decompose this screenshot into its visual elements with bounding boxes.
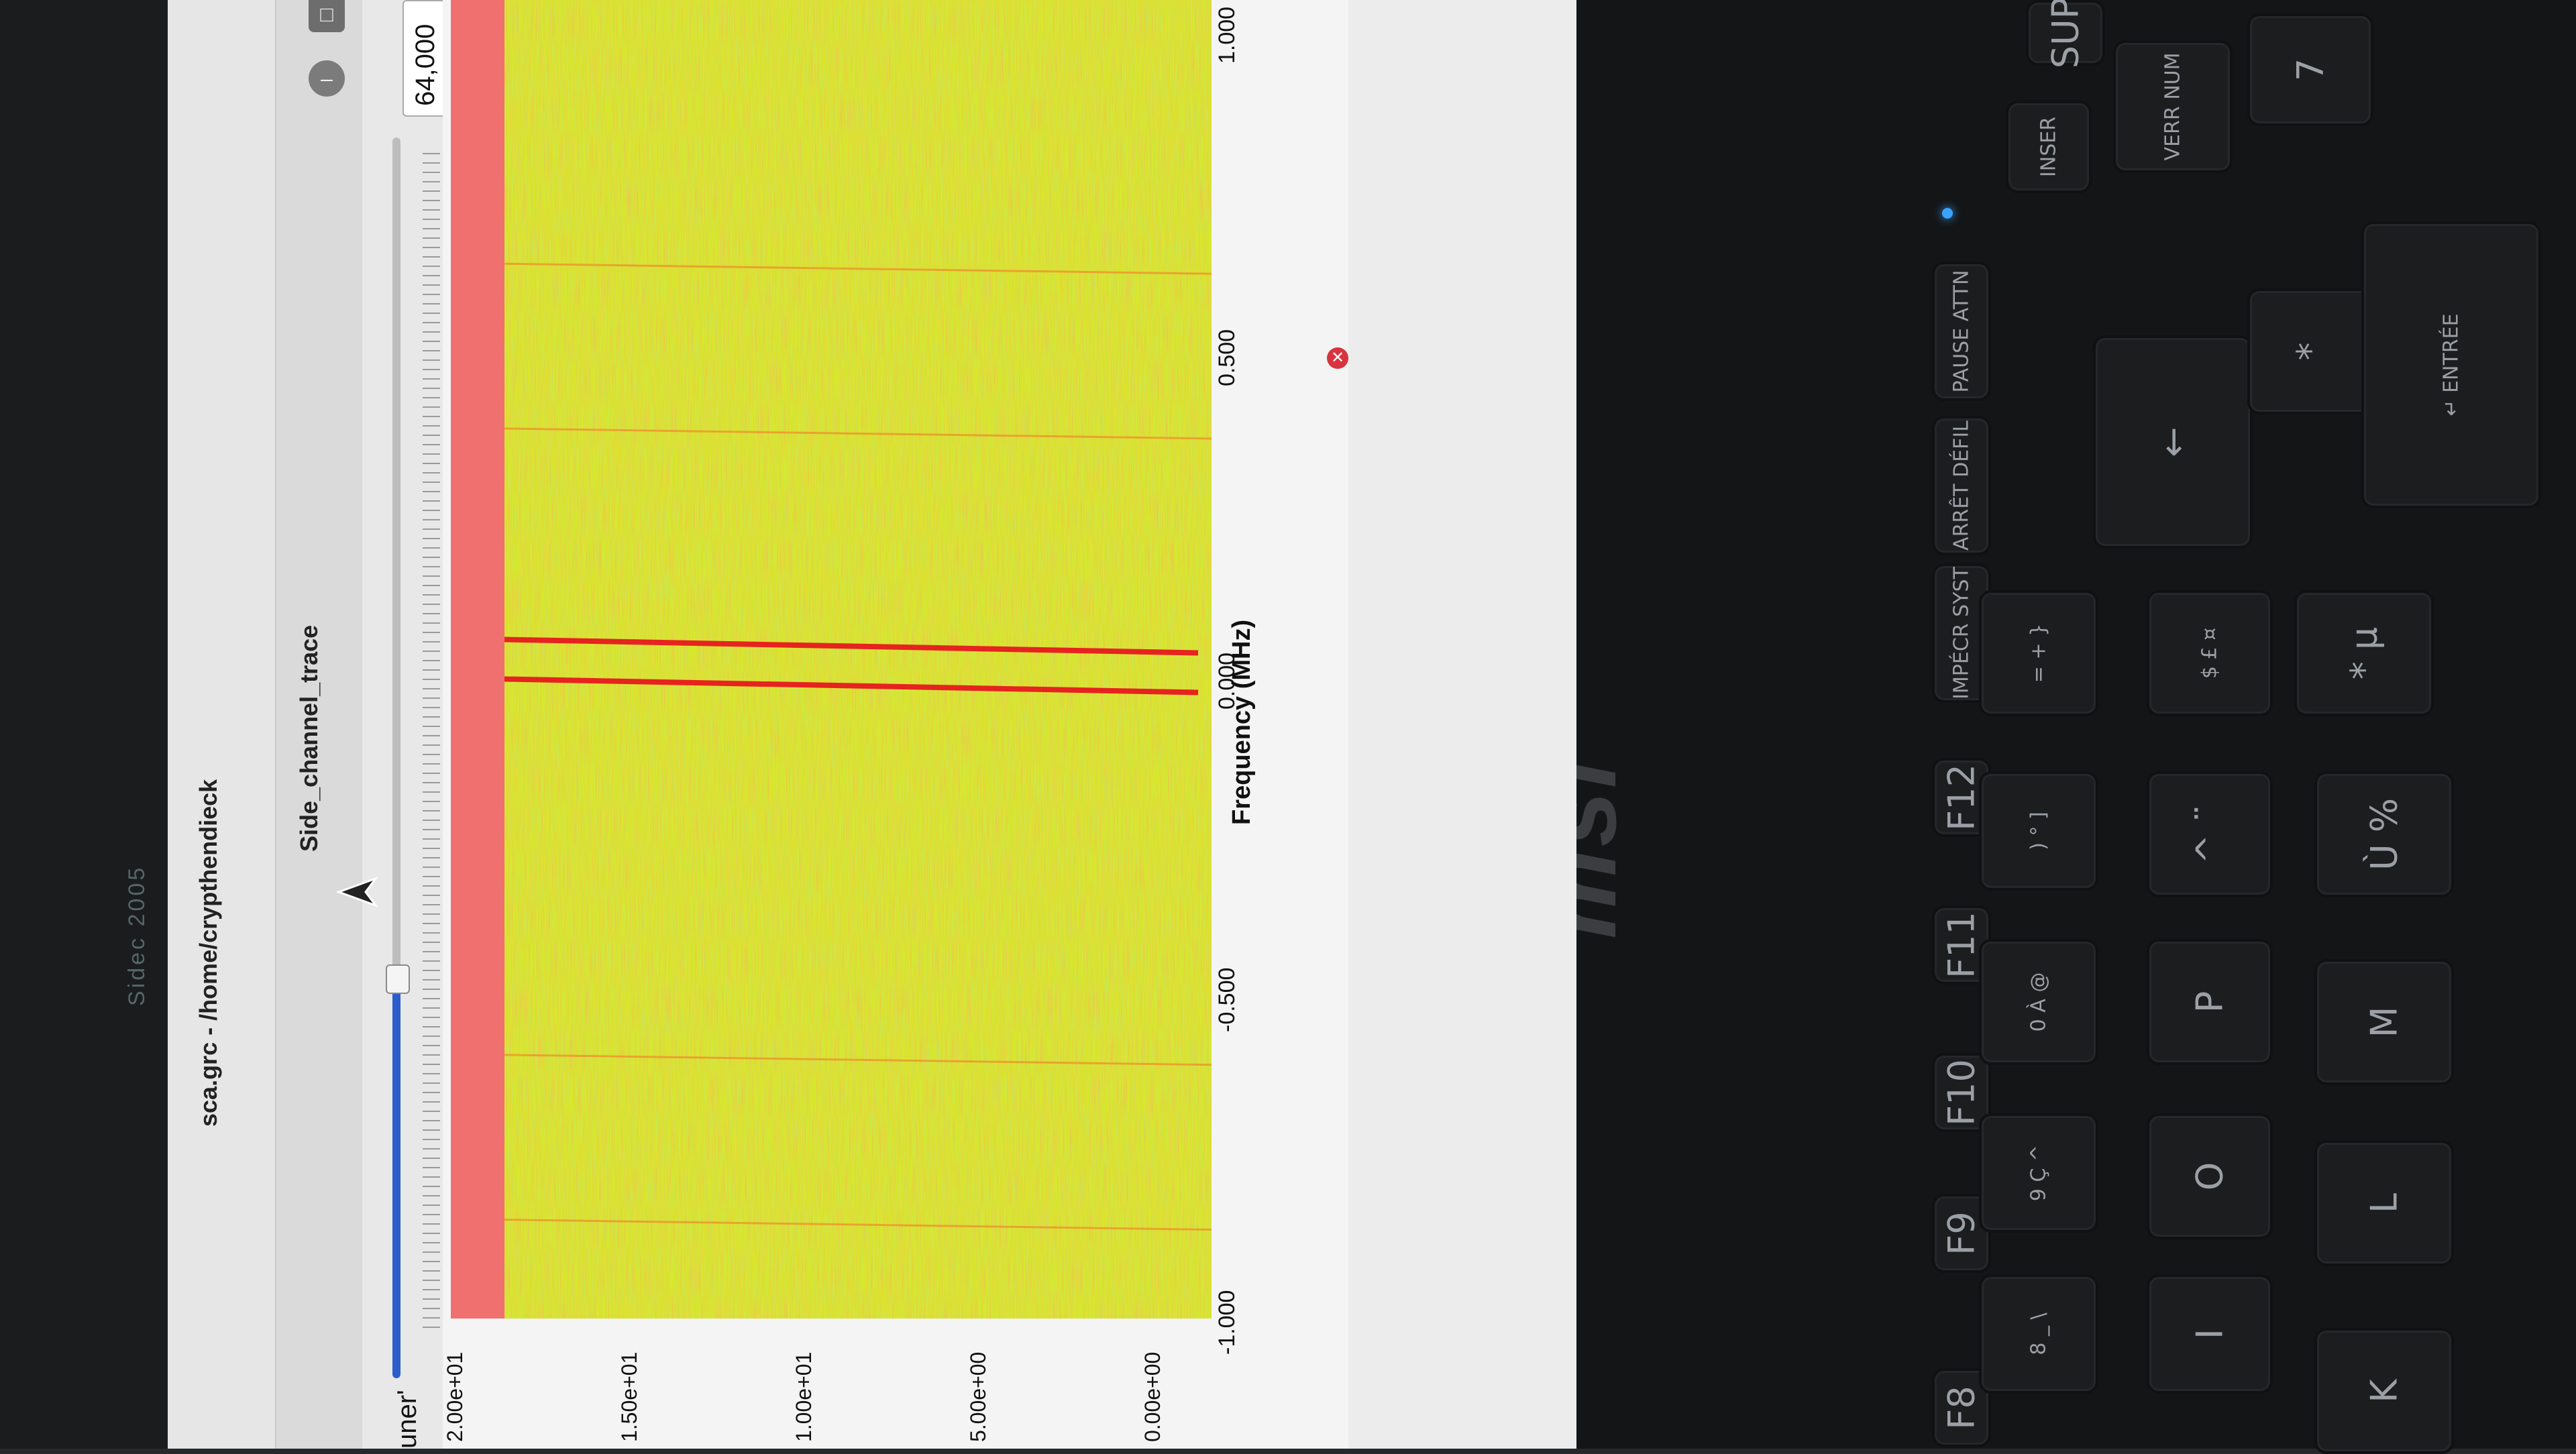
keyboard-key-label: ↵ ENTRÉE (2439, 313, 2463, 416)
keyboard-key-label: Ù % (2363, 798, 2406, 871)
keyboard-key: VERR NUM (2113, 40, 2233, 173)
keyboard-key-label: F10 (1940, 1059, 1983, 1126)
keyboard-key-label: PAUSE ATTN (1949, 270, 1974, 393)
keyboard-key: L (2314, 1140, 2454, 1266)
keyboard-key: INSER (2006, 101, 2092, 193)
x-tick-label: -0.500 (1214, 967, 1240, 1032)
keyboard-key: ← (2093, 335, 2253, 549)
keyboard-key-label: P (2188, 991, 2231, 1013)
keyboard-key-label: ARRÊT DÉFIL (1949, 421, 1974, 551)
screen-bezel (0, 0, 168, 1449)
keyboard-key-label: 7 (2289, 58, 2332, 82)
keyboard-key-label: * µ (2343, 626, 2385, 680)
keyboard-key: 8 _ \ (1979, 1274, 2098, 1394)
close-icon[interactable]: ✕ (1327, 347, 1348, 369)
keyboard-key: ARRÊT DÉFIL (1932, 416, 1991, 555)
keyboard-key-label: M (2363, 1006, 2406, 1038)
y-tick-label: 2.00e+01 (443, 1351, 467, 1442)
slider-fill (392, 976, 400, 1378)
keyboard-key: ↵ ENTRÉE (2361, 221, 2541, 508)
keyboard-key-label: 9 Ç ^ (2027, 1144, 2051, 1202)
y-tick-label: 1.00e+01 (792, 1351, 816, 1442)
slider-label: uner' (392, 1390, 422, 1449)
keyboard-key-label: * (2289, 342, 2332, 361)
waterfall-top-band (451, 0, 504, 1319)
x-axis-label: Frequency (MHz) (1228, 619, 1256, 825)
panel-title: Side_channel_trace (295, 624, 323, 852)
x-tick-label: 0.500 (1214, 329, 1240, 387)
keyboard-key-label: F12 (1940, 764, 1983, 831)
minimize-button[interactable]: – (309, 60, 345, 97)
keyboard-key-label: ^ ¨ (2188, 804, 2231, 864)
keyboard-key-label: IMPÉCR SYST (1949, 567, 1974, 700)
keyboard-key-label: INSER (2037, 116, 2061, 178)
x-tick-label: 1.000 (1214, 6, 1240, 64)
window-title: sca.grc - /home/crypthendieck (195, 779, 222, 1127)
window-titlebar[interactable] (168, 0, 276, 1449)
slider-handle[interactable] (386, 964, 410, 994)
waterfall-plot[interactable] (451, 0, 1212, 1319)
y-tick-label: 1.50e+01 (617, 1351, 641, 1442)
keyboard-key: 9 Ç ^ (1979, 1113, 2098, 1233)
keyboard-key-label: L (2363, 1192, 2406, 1214)
maximize-button[interactable]: □ (309, 0, 345, 32)
keyboard-key-label: 8 _ \ (2027, 1312, 2051, 1355)
keyboard-key: M (2314, 959, 2454, 1085)
keyboard-key-label: F9 (1940, 1211, 1983, 1255)
keyboard-key: ) ° ] (1979, 771, 2098, 891)
slider-value: 64,000 (411, 23, 440, 106)
keyboard-key: P (2147, 939, 2273, 1065)
slider-ticks (423, 148, 440, 1328)
keyboard-key-label: $ £ ¤ (2198, 627, 2222, 679)
y-tick-label: 0.00e+00 (1140, 1351, 1165, 1442)
keyboard-key: = + } (1979, 590, 2098, 716)
keyboard-key: O (2147, 1113, 2273, 1239)
keyboard-key-label: I (2188, 1329, 2231, 1339)
keyboard-key-label: K (2363, 1379, 2406, 1403)
y-tick-label: 5.00e+00 (966, 1351, 990, 1442)
keyboard-key: 7 (2247, 13, 2373, 126)
status-led (1942, 208, 1953, 219)
keyboard-key-label: SUP (2044, 0, 2087, 69)
keyboard-key: Ù % (2314, 771, 2454, 897)
keyboard-key: PAUSE ATTN (1932, 262, 1991, 401)
x-tick-label: -1.000 (1214, 1290, 1240, 1355)
keyboard-key-label: VERR NUM (2161, 52, 2185, 161)
keyboard-key: $ £ ¤ (2147, 590, 2273, 716)
keyboard-key-label: ← (2151, 427, 2194, 457)
keyboard-key-label: 0 À @ (2027, 972, 2051, 1032)
keyboard-key: I (2147, 1274, 2273, 1394)
keyboard-key: * µ (2294, 590, 2434, 716)
keyboard-key-label: F8 (1940, 1386, 1983, 1430)
keyboard-key: * (2247, 288, 2373, 414)
keyboard-key: 0 À @ (1979, 939, 2098, 1065)
background-label: Sidec 2005 (124, 864, 150, 1006)
mouse-cursor-icon (335, 876, 379, 908)
keyboard-key: SUP (2026, 0, 2105, 69)
keyboard-key: K (2314, 1328, 2454, 1454)
keyboard-key-label: F11 (1940, 911, 1983, 978)
keyboard-key: ^ ¨ (2147, 771, 2273, 897)
keyboard-key-label: = + } (2027, 623, 2051, 683)
keyboard-key-label: O (2188, 1162, 2231, 1191)
keyboard-key-label: ) ° ] (2027, 812, 2051, 850)
waterfall-noise-green (451, 0, 1212, 1319)
